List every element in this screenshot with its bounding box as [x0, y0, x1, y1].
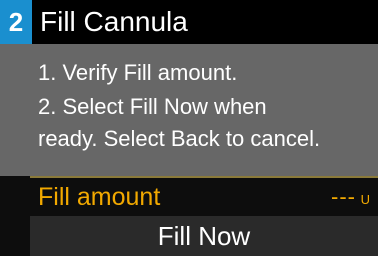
instruction-line-1: 1. Verify Fill amount.	[38, 60, 238, 85]
instruction-line-3: ready. Select Back to cancel.	[38, 126, 321, 151]
screen-title: Fill Cannula	[40, 6, 188, 37]
fill-now-button[interactable]: Fill Now	[30, 216, 378, 256]
instructions-panel: 1. Verify Fill amount. 2. Select Fill No…	[0, 44, 378, 176]
fill-now-label: Fill Now	[157, 221, 251, 251]
instruction-line-2: 2. Select Fill Now when	[38, 94, 267, 119]
fill-amount-label: Fill amount	[38, 183, 161, 211]
fill-amount-row[interactable]: Fill amount --- U	[30, 178, 378, 216]
header-bar: 2 Fill Cannula	[0, 0, 378, 44]
fill-amount-unit: U	[360, 192, 370, 207]
step-number-badge: 2	[0, 0, 32, 44]
pump-screen: 2 Fill Cannula 1. Verify Fill amount. 2.…	[0, 0, 378, 256]
fill-amount-value: ---	[331, 184, 356, 209]
